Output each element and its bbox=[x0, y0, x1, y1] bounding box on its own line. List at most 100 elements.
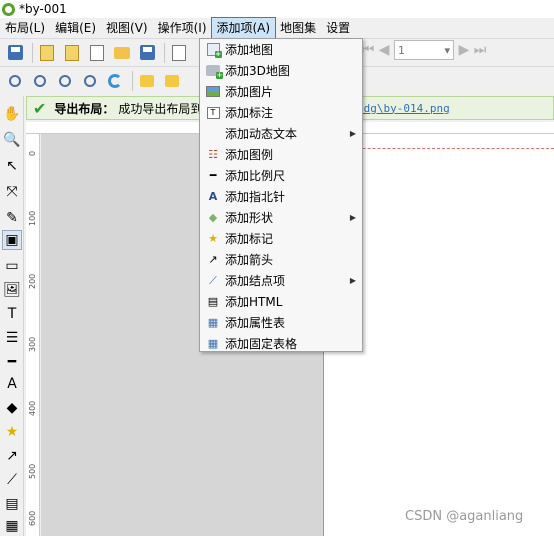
ruler-label: 300 bbox=[28, 336, 37, 352]
menu-layout[interactable]: 布局(L) bbox=[0, 18, 50, 38]
lock-icon bbox=[140, 74, 154, 87]
left-toolbox: ✋ 🔍 ↖ ⤧ ✎ ▣ ▭ 🖼 T ☰ ━ A ◆ ★ ↗ ⟋ ▤ ▦ bbox=[0, 96, 24, 536]
menu-add-arrow[interactable]: ↗ 添加箭头 bbox=[201, 249, 362, 270]
menu-add-legend[interactable]: ☷ 添加图例 bbox=[201, 144, 362, 165]
add-arrow-icon: ↗ bbox=[208, 253, 218, 266]
new-layout-button[interactable] bbox=[36, 42, 58, 64]
zoom-in-button[interactable] bbox=[4, 70, 26, 92]
add-legend-icon: ☷ bbox=[208, 148, 218, 161]
menu-add-fixed-table[interactable]: ▦ 添加固定表格 bbox=[201, 333, 362, 354]
zoom-in-icon bbox=[9, 74, 21, 87]
menu-item-label: 添加固定表格 bbox=[225, 337, 298, 351]
ruler-label: 500 bbox=[28, 463, 37, 479]
zoom-out-button[interactable] bbox=[29, 70, 51, 92]
menu-add-scalebar[interactable]: ━ 添加比例尺 bbox=[201, 165, 362, 186]
menu-item-label: 添加HTML bbox=[225, 295, 283, 309]
menu-add-marker[interactable]: ★ 添加标记 bbox=[201, 228, 362, 249]
menu-item-label: 添加结点项 bbox=[225, 274, 286, 288]
last-feature-icon[interactable]: ⏭ bbox=[472, 42, 488, 58]
ruler-label: 0 bbox=[28, 150, 37, 156]
pan-hand-icon[interactable]: ✋ bbox=[2, 104, 22, 124]
add-label-tool-icon[interactable]: T bbox=[2, 304, 22, 324]
menu-item-label: 添加形状 bbox=[225, 211, 274, 225]
add-html-icon: ▤ bbox=[207, 295, 219, 308]
export-path-link[interactable]: -dg\by-014.png bbox=[357, 102, 450, 115]
zoom-tool-icon[interactable]: 🔍 bbox=[2, 130, 22, 150]
refresh-button[interactable] bbox=[104, 70, 126, 92]
menu-bar: 布局(L) 编辑(E) 视图(V) 操作项(I) 添加项(A) 地图集 设置 bbox=[0, 17, 554, 39]
message-text: 成功导出布局到 bbox=[118, 101, 203, 116]
add-scalebar-icon: ━ bbox=[209, 169, 217, 182]
previous-feature-icon[interactable]: ◀ bbox=[376, 42, 392, 58]
add-node-item-tool-icon[interactable]: ⟋ bbox=[2, 470, 22, 490]
add-arrow-tool-icon[interactable]: ↗ bbox=[2, 446, 22, 466]
ruler-label: 200 bbox=[28, 273, 37, 289]
submenu-arrow-icon: ▶ bbox=[349, 129, 356, 138]
lock-items-button[interactable] bbox=[136, 70, 158, 92]
menu-add-dynamic-text[interactable]: 添加动态文本 ▶ bbox=[201, 123, 362, 144]
vertical-ruler: 0 100 200 300 400 500 600 bbox=[26, 134, 40, 536]
move-content-icon[interactable]: ⤧ bbox=[2, 182, 22, 202]
menu-items[interactable]: 操作项(I) bbox=[153, 18, 212, 38]
add-shape-tool-icon[interactable]: ◆ bbox=[2, 398, 22, 418]
menu-add-node-item[interactable]: ⟋ 添加结点项 ▶ bbox=[201, 270, 362, 291]
success-check-icon: ✔ bbox=[33, 98, 47, 118]
menu-item-label: 添加标注 bbox=[225, 106, 274, 120]
layout-manager-button[interactable] bbox=[86, 42, 108, 64]
next-feature-icon[interactable]: ▶ bbox=[456, 42, 472, 58]
edit-nodes-icon[interactable]: ✎ bbox=[2, 208, 22, 228]
new-page-button[interactable] bbox=[168, 42, 190, 64]
unlock-items-button[interactable] bbox=[161, 70, 183, 92]
menu-item-label: 添加地图 bbox=[225, 43, 274, 57]
add-picture-tool-icon[interactable]: 🖼 bbox=[2, 280, 22, 300]
zoom-actual-button[interactable] bbox=[54, 70, 76, 92]
select-move-icon[interactable]: ↖ bbox=[2, 156, 22, 176]
add-html-tool-icon[interactable]: ▤ bbox=[2, 494, 22, 514]
add-scalebar-tool-icon[interactable]: ━ bbox=[2, 352, 22, 372]
toolbar-separator bbox=[32, 42, 33, 63]
add-marker-icon: ★ bbox=[208, 232, 218, 245]
menu-add-shape[interactable]: ◆ 添加形状 ▶ bbox=[201, 207, 362, 228]
menu-item-label: 添加属性表 bbox=[225, 316, 286, 330]
add-attribute-table-tool-icon[interactable]: ▦ bbox=[2, 516, 22, 536]
menu-add-label[interactable]: T 添加标注 bbox=[201, 102, 362, 123]
save-template-button[interactable] bbox=[136, 42, 158, 64]
open-template-button[interactable] bbox=[111, 42, 133, 64]
duplicate-layout-button[interactable] bbox=[61, 42, 83, 64]
zoom-actual-icon bbox=[59, 74, 71, 87]
menu-item-label: 添加动态文本 bbox=[225, 127, 298, 141]
menu-edit[interactable]: 编辑(E) bbox=[50, 18, 101, 38]
add-shape-icon: ◆ bbox=[208, 211, 218, 224]
menu-add-3d-map[interactable]: + 添加3D地图 bbox=[201, 60, 362, 81]
add-north-arrow-tool-icon[interactable]: A bbox=[2, 374, 22, 394]
menu-item-label: 添加箭头 bbox=[225, 253, 274, 267]
save-project-button[interactable] bbox=[4, 42, 26, 64]
refresh-icon bbox=[108, 73, 122, 88]
chevron-down-icon: ▾ bbox=[444, 43, 450, 57]
menu-settings[interactable]: 设置 bbox=[321, 18, 355, 38]
menu-item-label: 添加图例 bbox=[225, 148, 274, 162]
toolbar-separator bbox=[132, 70, 133, 91]
message-title: 导出布局： bbox=[54, 101, 115, 116]
add-3d-map-tool-icon[interactable]: ▭ bbox=[2, 256, 22, 276]
menu-add-attribute-table[interactable]: ▦ 添加属性表 bbox=[201, 312, 362, 333]
menu-add-picture[interactable]: 添加图片 bbox=[201, 81, 362, 102]
menu-atlas[interactable]: 地图集 bbox=[275, 18, 321, 38]
menu-add-item[interactable]: 添加项(A) bbox=[210, 17, 277, 39]
add-legend-tool-icon[interactable]: ☰ bbox=[2, 328, 22, 348]
menu-view[interactable]: 视图(V) bbox=[101, 18, 153, 38]
submenu-arrow-icon: ▶ bbox=[349, 276, 356, 285]
menu-add-north-arrow[interactable]: A 添加指北针 bbox=[201, 186, 362, 207]
add-label-icon: T bbox=[205, 105, 221, 121]
menu-add-html[interactable]: ▤ 添加HTML bbox=[201, 291, 362, 312]
submenu-arrow-icon: ▶ bbox=[349, 213, 356, 222]
add-marker-tool-icon[interactable]: ★ bbox=[2, 422, 22, 442]
zoom-out-icon bbox=[34, 74, 46, 87]
title-bar: *by-001 bbox=[0, 0, 554, 18]
atlas-page-select[interactable]: 1 ▾ bbox=[394, 40, 454, 60]
menu-add-map[interactable]: + 添加地图 bbox=[201, 39, 362, 60]
add-map-tool-icon[interactable]: ▣ bbox=[2, 230, 22, 250]
zoom-full-button[interactable] bbox=[79, 70, 101, 92]
qgis-logo-icon bbox=[2, 2, 15, 16]
menu-item-label: 添加比例尺 bbox=[225, 169, 286, 183]
